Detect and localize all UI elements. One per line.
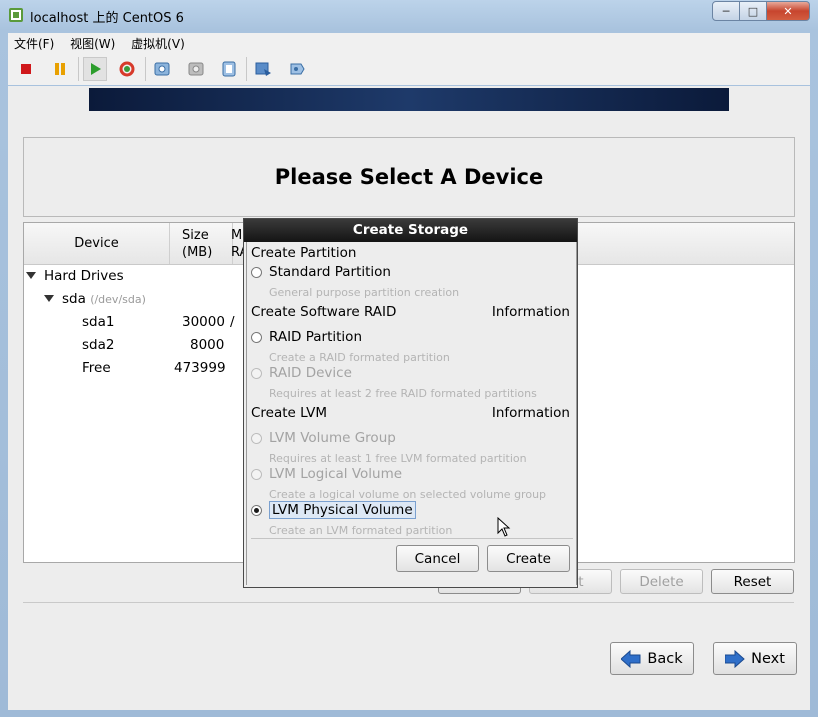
row-name: Free	[82, 360, 111, 376]
option-standard-partition[interactable]: Standard Partition	[251, 264, 391, 280]
divider	[23, 602, 794, 603]
vmware-app-icon	[9, 8, 23, 22]
lvm-information-button[interactable]: Information	[492, 405, 570, 421]
option-label: LVM Volume Group	[269, 430, 396, 446]
back-arrow-icon	[621, 649, 641, 668]
title-bar[interactable]: localhost 上的 CentOS 6 ─ □ ✕	[0, 0, 818, 30]
snapshot-manager-icon[interactable]	[217, 57, 241, 81]
installer-banner	[89, 88, 729, 111]
close-button[interactable]: ✕	[767, 1, 810, 21]
back-label: Back	[647, 650, 683, 667]
option-label: LVM Logical Volume	[269, 466, 403, 482]
next-label: Next	[751, 650, 785, 667]
reset-icon[interactable]	[115, 57, 139, 81]
stop-icon[interactable]	[14, 57, 38, 81]
option-description: Create a logical volume on selected volu…	[269, 488, 547, 501]
snapshot-revert-icon[interactable]	[184, 57, 208, 81]
table-row[interactable]: sda2	[82, 337, 114, 353]
dialog-title[interactable]: Create Storage	[244, 219, 577, 242]
option-label: RAID Device	[269, 365, 352, 381]
play-icon[interactable]	[83, 57, 107, 81]
row-name: sda1	[82, 314, 115, 330]
group-label: Hard Drives	[44, 268, 124, 284]
table-row[interactable]: sda1	[82, 314, 114, 330]
window-title: localhost 上的 CentOS 6	[30, 11, 184, 26]
option-description: Requires at least 1 free LVM formated pa…	[269, 452, 527, 465]
radio-selected-icon[interactable]	[251, 504, 262, 516]
back-button[interactable]: Back	[610, 642, 694, 675]
option-lvm-physical-volume[interactable]: LVM Physical Volume	[251, 501, 416, 519]
radio-icon[interactable]	[251, 432, 262, 444]
disk-path: (/dev/sda)	[90, 293, 146, 306]
next-button[interactable]: Next	[713, 642, 797, 675]
row-size: 8000	[190, 337, 225, 353]
tree-disk-sda[interactable]: sda (/dev/sda)	[44, 291, 146, 307]
section-create-lvm: Create LVM	[251, 405, 328, 421]
menu-vm[interactable]: 虚拟机(V)	[125, 33, 191, 54]
radio-icon[interactable]	[251, 367, 262, 379]
full-screen-icon[interactable]	[251, 57, 275, 81]
raid-information-button[interactable]: Information	[492, 304, 570, 320]
option-label: RAID Partition	[269, 329, 362, 345]
expander-icon[interactable]	[44, 295, 54, 302]
cancel-button[interactable]: Cancel	[396, 545, 479, 572]
radio-icon[interactable]	[251, 266, 262, 278]
toolbar	[8, 53, 810, 85]
column-size[interactable]: Size (MB)	[170, 223, 233, 264]
mouse-cursor-icon	[497, 517, 511, 537]
dialog-divider	[251, 538, 573, 539]
row-name: sda2	[82, 337, 115, 353]
section-create-partition: Create Partition	[251, 245, 357, 261]
option-raid-partition[interactable]: RAID Partition	[251, 329, 362, 345]
option-label: LVM Physical Volume	[269, 501, 416, 519]
minimize-button[interactable]: ─	[712, 1, 740, 21]
column-device[interactable]: Device	[24, 223, 170, 264]
option-description: Requires at least 2 free RAID formated p…	[269, 387, 537, 400]
settings-icon[interactable]	[285, 57, 309, 81]
row-mount: /	[230, 314, 235, 330]
option-label: Standard Partition	[269, 264, 391, 280]
option-raid-device[interactable]: RAID Device	[251, 365, 352, 381]
row-size: 30000	[182, 314, 225, 330]
expander-icon[interactable]	[26, 272, 36, 279]
menu-file[interactable]: 文件(F)	[8, 33, 60, 54]
maximize-button[interactable]: □	[740, 1, 767, 21]
row-size: 473999	[174, 360, 226, 376]
radio-icon[interactable]	[251, 331, 262, 343]
create-storage-dialog: Create Storage Create Partition Standard…	[243, 218, 578, 588]
option-description: General purpose partition creation	[269, 286, 460, 299]
reset-button[interactable]: Reset	[711, 569, 794, 594]
page-title: Please Select A Device	[274, 165, 544, 189]
option-lvm-volume-group[interactable]: LVM Volume Group	[251, 430, 396, 446]
snapshot-icon[interactable]	[150, 57, 174, 81]
option-description: Create a RAID formated partition	[269, 351, 450, 364]
create-confirm-button[interactable]: Create	[487, 545, 570, 572]
next-arrow-icon	[725, 649, 745, 668]
option-description: Create an LVM formated partition	[269, 524, 453, 537]
heading-panel: Please Select A Device	[23, 137, 795, 217]
delete-button[interactable]: Delete	[620, 569, 703, 594]
table-row[interactable]: Free	[82, 360, 111, 376]
disk-name: sda	[62, 291, 86, 307]
option-lvm-logical-volume[interactable]: LVM Logical Volume	[251, 466, 402, 482]
menu-bar: 文件(F) 视图(W) 虚拟机(V)	[8, 33, 810, 53]
dialog-body: Create Partition Standard Partition Gene…	[246, 242, 577, 585]
radio-icon[interactable]	[251, 468, 262, 480]
menu-view[interactable]: 视图(W)	[64, 33, 121, 54]
pause-icon[interactable]	[48, 57, 72, 81]
tree-group-hard-drives[interactable]: Hard Drives	[26, 268, 124, 284]
section-create-raid: Create Software RAID	[251, 304, 397, 320]
